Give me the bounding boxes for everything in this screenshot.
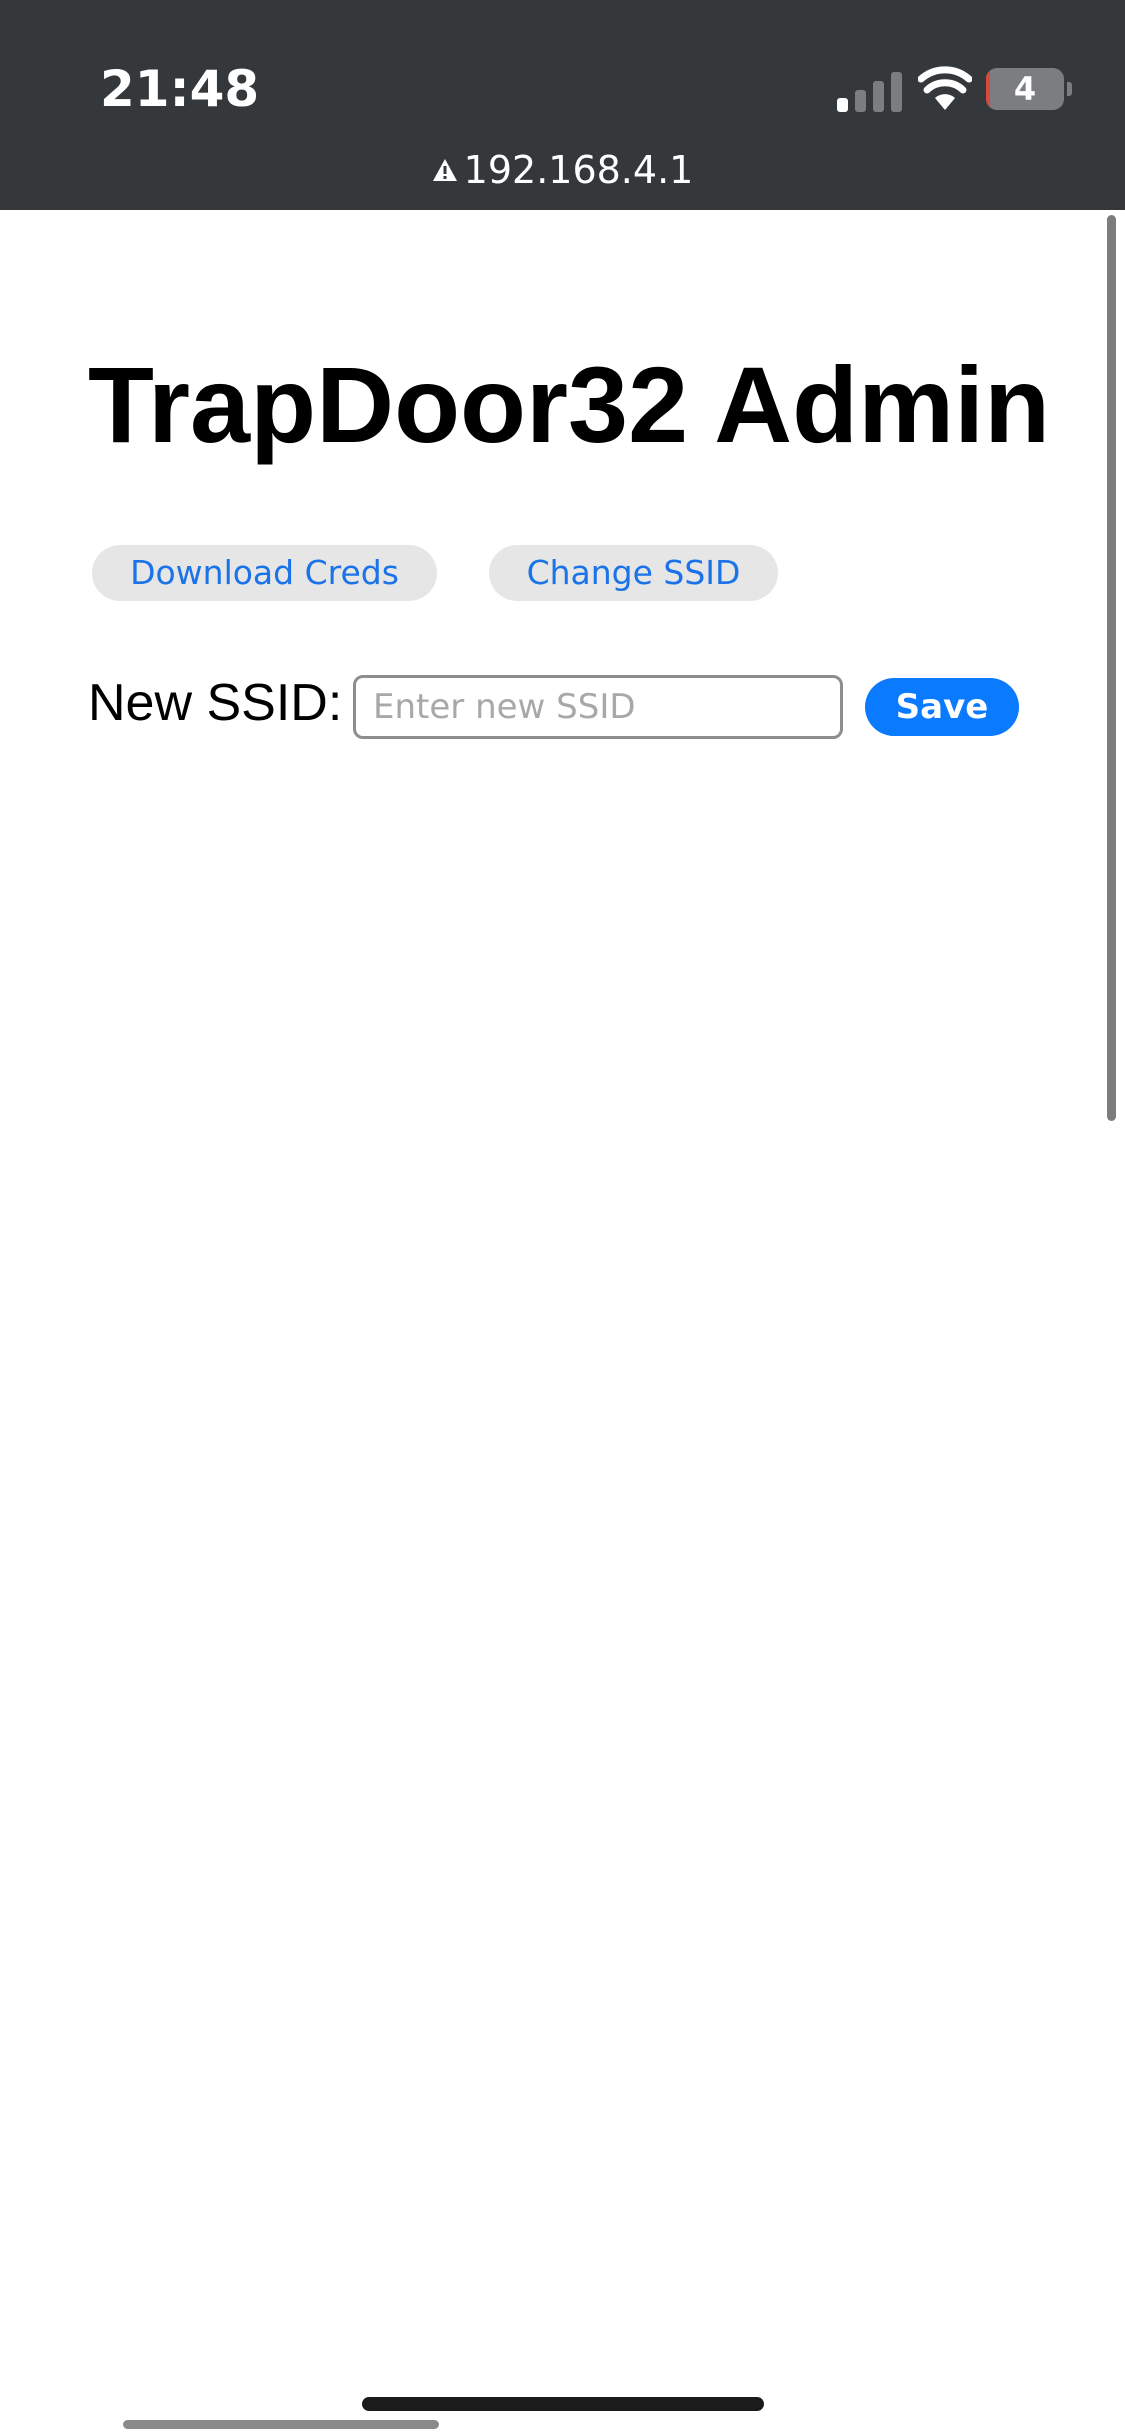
address-bar[interactable]: 192.168.4.1 [0, 145, 1125, 195]
battery-icon: 4 [986, 68, 1072, 110]
save-button[interactable]: Save [865, 678, 1019, 736]
battery-level-text: 4 [1013, 70, 1037, 108]
wifi-icon [918, 66, 972, 110]
download-creds-button[interactable]: Download Creds [92, 545, 437, 601]
status-time: 21:48 [100, 60, 260, 118]
status-bar: 21:48 4 192.168.4.1 [0, 0, 1125, 210]
ssid-form: New SSID: Save [88, 673, 1088, 743]
horizontal-scrollbar[interactable] [123, 2420, 439, 2429]
cellular-signal-icon [837, 72, 902, 112]
change-ssid-button[interactable]: Change SSID [489, 545, 778, 601]
home-indicator[interactable] [362, 2397, 764, 2411]
url-text: 192.168.4.1 [463, 148, 694, 192]
warning-icon [432, 159, 457, 181]
ssid-input[interactable] [353, 675, 843, 739]
vertical-scrollbar[interactable] [1107, 215, 1116, 1121]
page-title: TrapDoor32 Admin [88, 344, 1051, 465]
new-ssid-label: New SSID: [88, 674, 343, 732]
